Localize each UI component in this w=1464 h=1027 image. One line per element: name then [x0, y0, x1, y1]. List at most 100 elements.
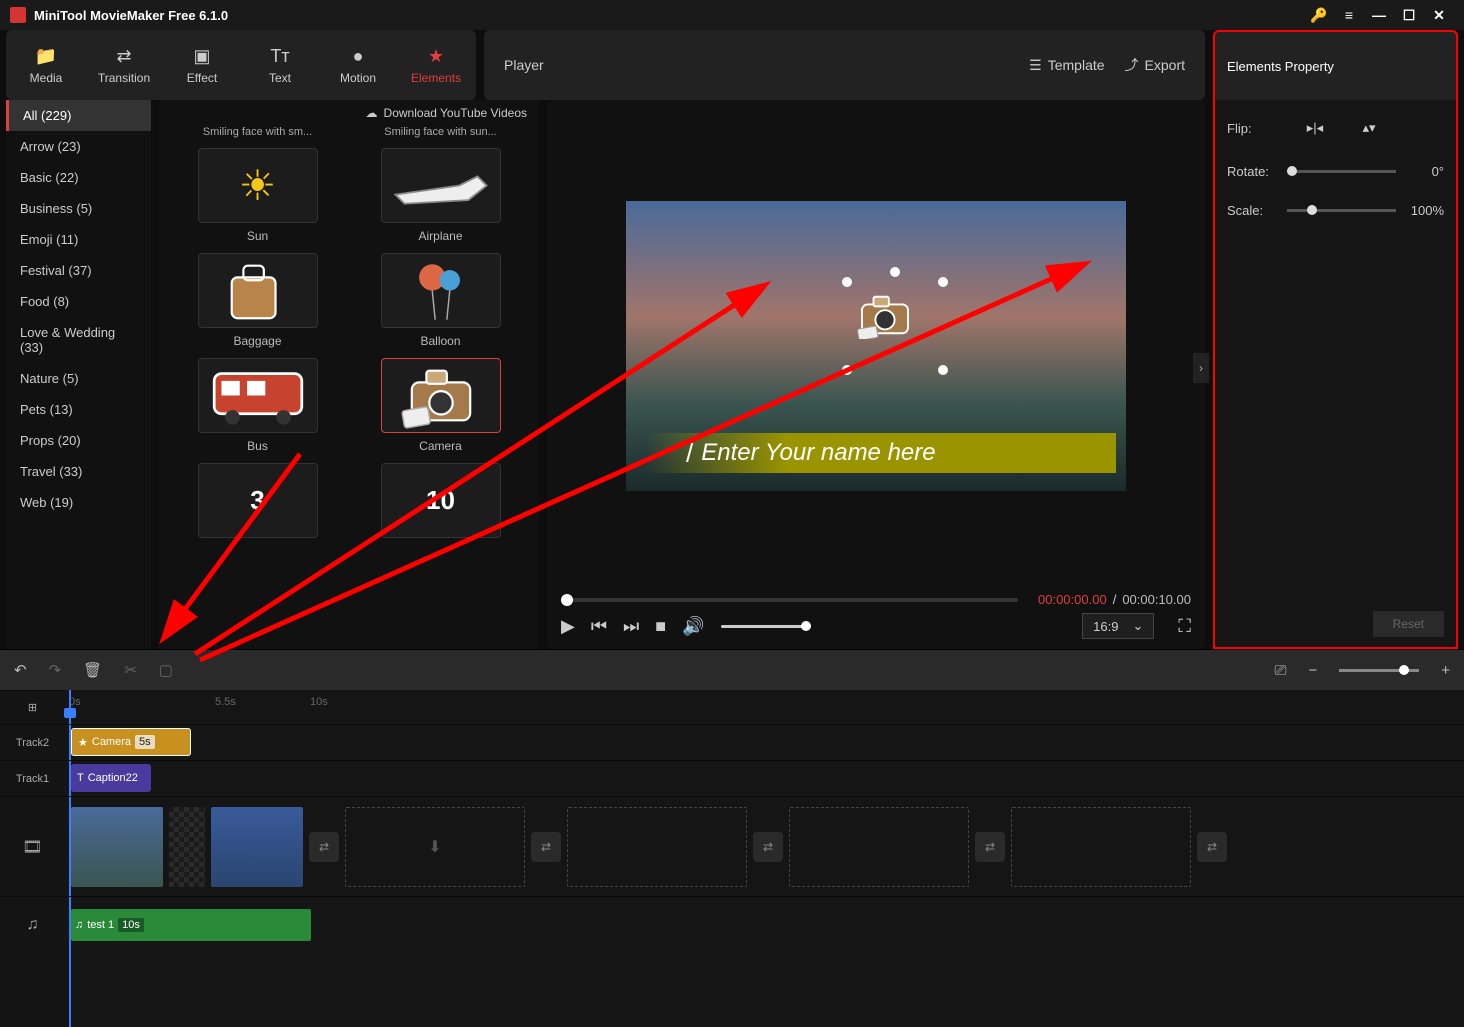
- category-item[interactable]: Arrow (23): [6, 131, 151, 162]
- transition-placeholder[interactable]: ⇄: [1197, 832, 1227, 862]
- zoom-out-button[interactable]: −: [1308, 662, 1317, 679]
- add-track-button[interactable]: ⊞: [0, 690, 65, 724]
- magnet-icon[interactable]: ⎚: [1274, 662, 1286, 679]
- caption-clip[interactable]: T Caption22: [71, 764, 151, 792]
- element-thumb-sun[interactable]: ☀: [198, 148, 318, 223]
- stop-button[interactable]: ■: [655, 616, 666, 637]
- category-item[interactable]: Business (5): [6, 193, 151, 224]
- element-thumb-countdown[interactable]: 3: [198, 463, 318, 538]
- element-label-cut: Smiling face with sm...: [171, 126, 344, 138]
- element-thumb-countdown[interactable]: 10: [381, 463, 501, 538]
- time-scrubber[interactable]: [561, 598, 1018, 602]
- cloud-download-icon: ☁: [366, 106, 378, 120]
- menu-icon[interactable]: ≡: [1334, 7, 1364, 23]
- aspect-ratio-select[interactable]: 16:9 ⌄: [1082, 613, 1154, 639]
- nav-elements[interactable]: ★Elements: [406, 46, 466, 85]
- category-item[interactable]: Basic (22): [6, 162, 151, 193]
- prev-frame-button[interactable]: ⏮: [591, 616, 607, 637]
- fullscreen-button[interactable]: ⛶: [1178, 616, 1191, 637]
- element-thumb-baggage[interactable]: [198, 253, 318, 328]
- timeline-panel: ↶ ↷ 🗑 ✂ ▢ ⎚ − + ⊞ Track2 Track1 🎞 ♫ 0s 5…: [0, 649, 1464, 1027]
- category-item[interactable]: Web (19): [6, 487, 151, 518]
- nav-effect[interactable]: ▣Effect: [172, 46, 232, 85]
- motion-icon: ●: [353, 46, 364, 67]
- nav-transition[interactable]: ⇄Transition: [94, 46, 154, 85]
- effect-icon: ▣: [193, 46, 210, 67]
- export-button[interactable]: ⤴ Export: [1125, 55, 1185, 75]
- element-thumb-bus[interactable]: [198, 358, 318, 433]
- transition-placeholder[interactable]: ⇄: [975, 832, 1005, 862]
- category-item[interactable]: Love & Wedding (33): [6, 317, 151, 363]
- nav-motion[interactable]: ●Motion: [328, 46, 388, 85]
- element-thumb-airplane[interactable]: [381, 148, 501, 223]
- category-item[interactable]: Food (8): [6, 286, 151, 317]
- category-item[interactable]: Props (20): [6, 425, 151, 456]
- zoom-slider[interactable]: [1339, 669, 1419, 672]
- zoom-in-button[interactable]: +: [1441, 662, 1450, 679]
- nav-media[interactable]: 📁Media: [16, 46, 76, 85]
- reset-button[interactable]: Reset: [1373, 611, 1444, 637]
- audio-track[interactable]: ♫ test 1 10s: [65, 896, 1464, 952]
- video-slot[interactable]: [1011, 807, 1191, 887]
- download-videos-link[interactable]: Download YouTube Videos: [384, 106, 527, 120]
- name-caption[interactable]: / Enter Your name here: [646, 433, 1116, 473]
- element-thumb-balloon[interactable]: [381, 253, 501, 328]
- transition-placeholder[interactable]: ⇄: [531, 832, 561, 862]
- element-thumb-camera[interactable]: [381, 358, 501, 433]
- transition-placeholder[interactable]: ⇄: [309, 832, 339, 862]
- close-button[interactable]: ✕: [1424, 7, 1454, 24]
- camera-clip[interactable]: ★ Camera 5s: [71, 728, 191, 756]
- category-item[interactable]: Nature (5): [6, 363, 151, 394]
- elements-icon: ★: [428, 46, 444, 67]
- video-slot[interactable]: ⬇: [345, 807, 525, 887]
- video-slot[interactable]: [567, 807, 747, 887]
- track1-label: Track1: [0, 760, 65, 796]
- audio-clip[interactable]: ♫ test 1 10s: [71, 909, 311, 941]
- player-title: Player: [504, 57, 544, 73]
- flip-vertical-button[interactable]: ▴▾: [1353, 116, 1385, 140]
- split-button[interactable]: ✂: [124, 661, 137, 679]
- category-item[interactable]: Festival (37): [6, 255, 151, 286]
- text-icon: Tᴛ: [270, 46, 289, 67]
- template-button[interactable]: ☰ Template: [1029, 57, 1104, 74]
- volume-icon[interactable]: 🔊: [682, 616, 704, 637]
- total-time: 00:00:10.00: [1122, 592, 1191, 607]
- video-clip-2[interactable]: [211, 807, 303, 887]
- properties-panel: Flip: ▸|◂ ▴▾ Rotate: 0° Scale: 100% Rese…: [1213, 100, 1458, 649]
- play-button[interactable]: ▶: [561, 616, 575, 637]
- scale-slider[interactable]: [1287, 209, 1396, 212]
- video-clip-1[interactable]: [71, 807, 163, 887]
- rotate-slider[interactable]: [1287, 170, 1396, 173]
- crop-button[interactable]: ▢: [159, 661, 173, 679]
- transition-gap[interactable]: [169, 807, 205, 887]
- redo-button[interactable]: ↷: [49, 661, 62, 679]
- camera-sticker[interactable]: [856, 291, 934, 369]
- category-item[interactable]: Travel (33): [6, 456, 151, 487]
- scale-value: 100%: [1406, 203, 1444, 218]
- video-track[interactable]: ⇄ ⬇ ⇄ ⇄ ⇄ ⇄: [65, 796, 1464, 896]
- media-icon: 📁: [35, 46, 57, 67]
- preview-canvas[interactable]: / Enter Your name here: [557, 110, 1195, 582]
- element-label: Airplane: [354, 229, 527, 243]
- nav-text[interactable]: TᴛText: [250, 46, 310, 85]
- undo-button[interactable]: ↶: [14, 661, 27, 679]
- transition-placeholder[interactable]: ⇄: [753, 832, 783, 862]
- volume-slider[interactable]: [721, 625, 811, 628]
- video-slot[interactable]: [789, 807, 969, 887]
- timeline-tracks[interactable]: 0s 5.5s 10s ★ Camera 5s T Caption22: [65, 690, 1464, 1027]
- maximize-button[interactable]: ☐: [1394, 7, 1424, 24]
- minimize-button[interactable]: —: [1364, 7, 1394, 23]
- category-item[interactable]: Emoji (11): [6, 224, 151, 255]
- key-icon[interactable]: 🔑: [1304, 7, 1334, 24]
- next-panel-button[interactable]: ›: [1193, 353, 1209, 383]
- flip-horizontal-button[interactable]: ▸|◂: [1299, 116, 1331, 140]
- category-item[interactable]: All (229): [6, 100, 151, 131]
- element-label: Sun: [171, 229, 344, 243]
- category-item[interactable]: Pets (13): [6, 394, 151, 425]
- delete-button[interactable]: 🗑: [83, 661, 102, 679]
- element-label: Balloon: [354, 334, 527, 348]
- timeline-ruler[interactable]: 0s 5.5s 10s: [65, 690, 1464, 724]
- scale-label: Scale:: [1227, 203, 1277, 218]
- track2-label: Track2: [0, 724, 65, 760]
- next-frame-button[interactable]: ⏭: [623, 616, 639, 637]
